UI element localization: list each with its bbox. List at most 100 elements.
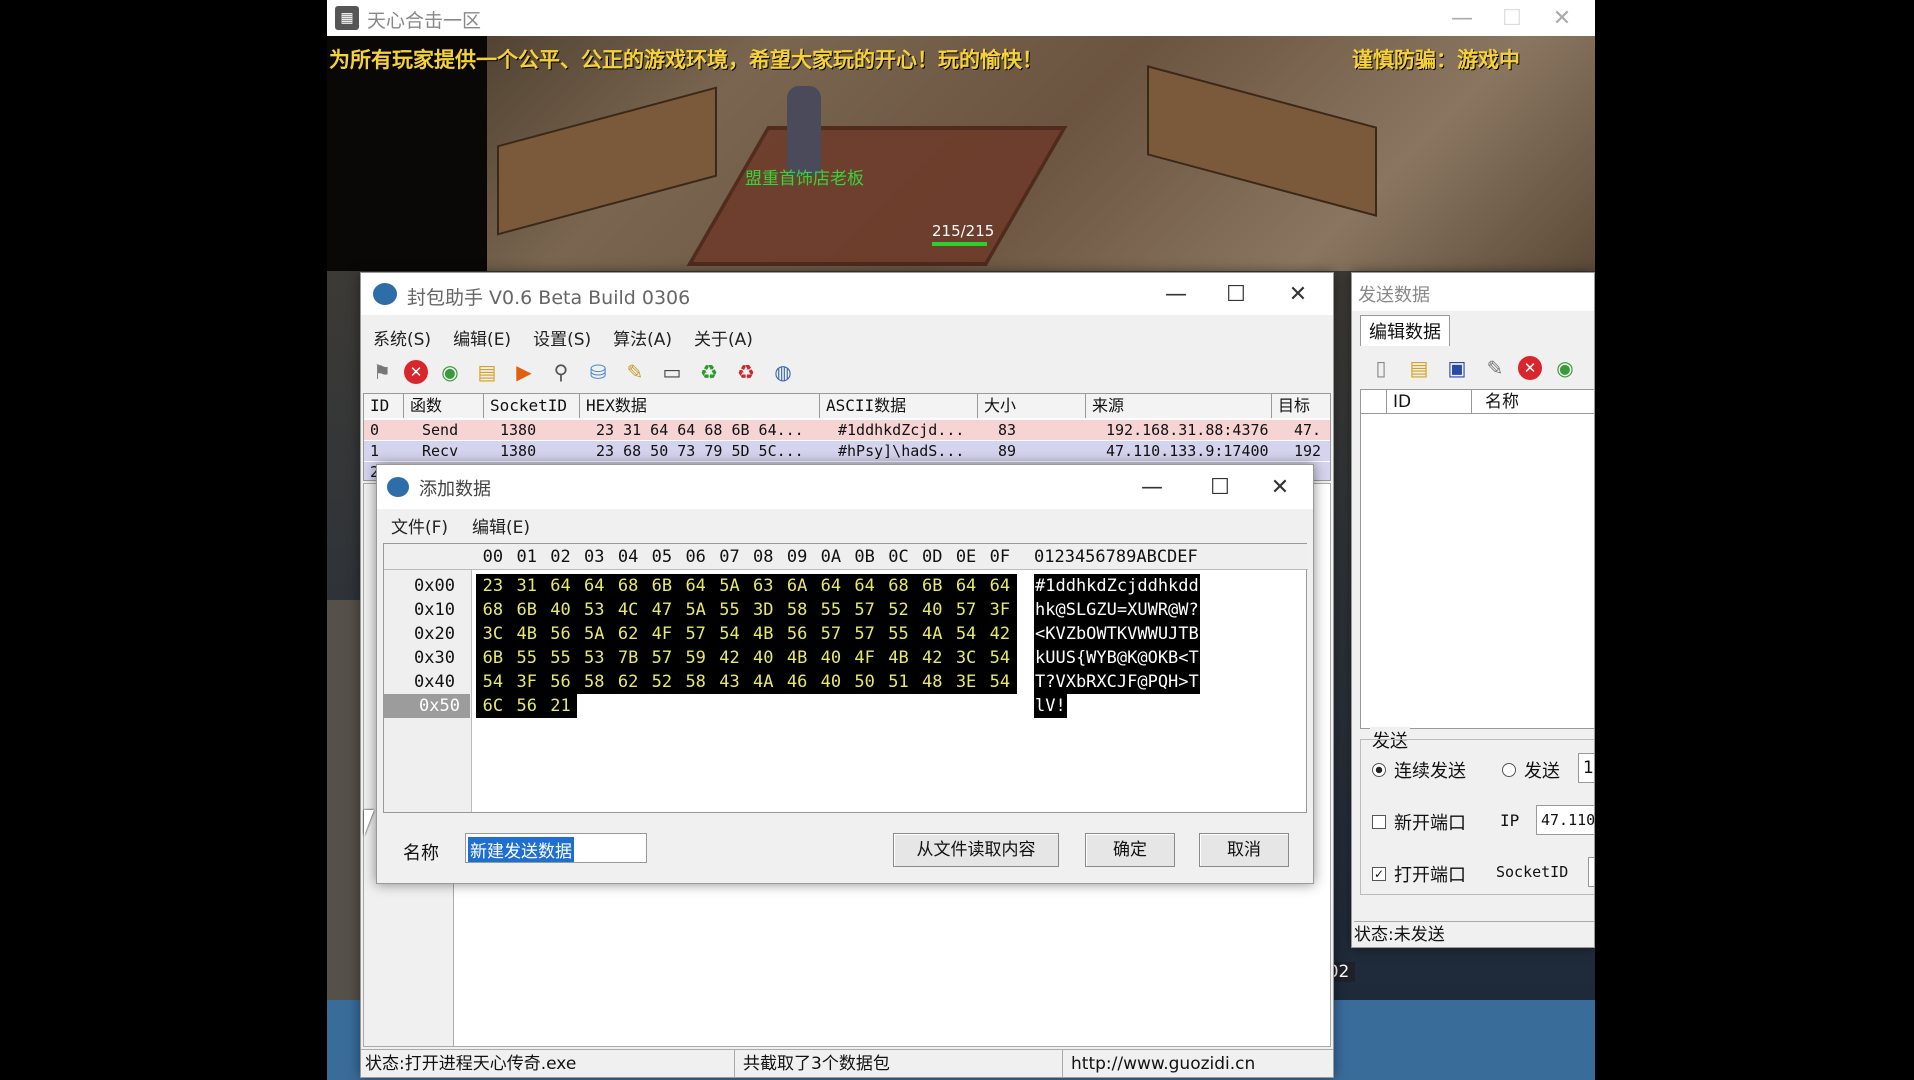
- hex-byte[interactable]: 4C: [611, 598, 645, 622]
- read-from-file-button[interactable]: 从文件读取内容: [893, 833, 1059, 867]
- send-data-titlebar[interactable]: 发送数据: [1352, 273, 1594, 311]
- status-url[interactable]: http://www.guozidi.cn: [1071, 1050, 1255, 1078]
- hex-byte[interactable]: 54: [982, 670, 1017, 694]
- hex-byte[interactable]: 52: [881, 598, 916, 622]
- hex-byte[interactable]: 64: [813, 574, 848, 598]
- hex-byte[interactable]: 64: [982, 574, 1017, 598]
- refresh-icon[interactable]: ◉: [1550, 353, 1580, 383]
- ip-input[interactable]: 47.110: [1536, 805, 1594, 835]
- process-icon[interactable]: ◉: [435, 357, 465, 387]
- send-list[interactable]: ID 名称: [1360, 389, 1594, 729]
- menu-algorithm[interactable]: 算法(A): [613, 325, 672, 350]
- hex-byte[interactable]: 55: [881, 622, 916, 646]
- hex-byte[interactable]: 58: [577, 670, 612, 694]
- hex-byte[interactable]: 59: [678, 646, 713, 670]
- hex-byte[interactable]: 56: [543, 670, 578, 694]
- radio-send[interactable]: 发送: [1502, 757, 1560, 783]
- send-col-name[interactable]: 名称: [1485, 390, 1519, 414]
- play-icon[interactable]: ▶: [509, 357, 539, 387]
- recycle-green-icon[interactable]: ♻: [694, 357, 724, 387]
- hex-byte[interactable]: 63: [746, 574, 781, 598]
- hex-byte[interactable]: 4B: [780, 646, 814, 670]
- packet-tool-close-button[interactable]: ✕: [1263, 273, 1333, 315]
- new-icon[interactable]: ▯: [1366, 353, 1396, 383]
- hex-byte[interactable]: 4A: [915, 622, 950, 646]
- hex-byte[interactable]: 62: [611, 622, 645, 646]
- flag-icon[interactable]: ⚑: [367, 357, 397, 387]
- window-icon[interactable]: ▭: [657, 357, 687, 387]
- folder-icon[interactable]: ▤: [1404, 353, 1434, 383]
- hex-row[interactable]: 23 31 64 64 68 6B 64 5A 63 6A 64 64 68 6B 64 64: [476, 574, 1017, 598]
- col-hex[interactable]: HEX数据: [580, 394, 820, 418]
- open-icon[interactable]: ▤: [472, 357, 502, 387]
- globe-icon[interactable]: ◍: [768, 357, 798, 387]
- hex-byte[interactable]: 6B: [915, 574, 950, 598]
- hex-byte[interactable]: 57: [847, 622, 882, 646]
- hex-row[interactable]: 54 3F 56 58 62 52 58 43 4A 46 40 50 51 48 3E 54: [476, 670, 1017, 694]
- hex-byte[interactable]: 55: [543, 646, 578, 670]
- hex-byte[interactable]: 5A: [712, 574, 747, 598]
- hex-byte[interactable]: 3F: [509, 670, 544, 694]
- hex-byte[interactable]: 4B: [509, 622, 544, 646]
- hex-byte[interactable]: 7B: [611, 646, 645, 670]
- hex-byte[interactable]: 40: [813, 646, 848, 670]
- ascii-row[interactable]: T?VXbRXCJF@PQH>T: [1034, 670, 1200, 694]
- col-socketid[interactable]: SocketID: [484, 394, 580, 418]
- hex-byte[interactable]: 57: [949, 598, 983, 622]
- hex-byte[interactable]: 68: [476, 598, 510, 622]
- hex-byte[interactable]: 6B: [509, 598, 544, 622]
- filter-icon[interactable]: ⛁: [583, 357, 613, 387]
- hex-byte[interactable]: 53: [577, 598, 612, 622]
- search-icon[interactable]: ⚲: [546, 357, 576, 387]
- hex-byte[interactable]: 56: [509, 694, 544, 718]
- ascii-row[interactable]: hk@SLGZU=XUWR@W?: [1034, 598, 1200, 622]
- hex-byte[interactable]: 4B: [881, 646, 916, 670]
- send-data-tab[interactable]: 编辑数据: [1360, 315, 1450, 346]
- hex-byte[interactable]: 46: [780, 670, 814, 694]
- hex-byte[interactable]: 47: [644, 598, 679, 622]
- col-size[interactable]: 大小: [978, 394, 1086, 418]
- delete-icon[interactable]: ✕: [1518, 356, 1542, 380]
- hex-byte[interactable]: 40: [746, 646, 781, 670]
- menu-file[interactable]: 文件(F): [391, 513, 448, 538]
- menu-edit[interactable]: 编辑(E): [472, 513, 530, 538]
- menu-settings[interactable]: 设置(S): [533, 325, 591, 350]
- hex-byte[interactable]: 55: [509, 646, 544, 670]
- hex-byte[interactable]: 40: [543, 598, 578, 622]
- hex-byte[interactable]: 42: [712, 646, 747, 670]
- hex-byte[interactable]: 6B: [476, 646, 510, 670]
- radio-continuous[interactable]: 连续发送: [1372, 757, 1466, 783]
- packet-tool-maximize-button[interactable]: ☐: [1201, 273, 1271, 315]
- game-close-button[interactable]: ✕: [1527, 0, 1597, 36]
- hex-byte[interactable]: 3D: [746, 598, 781, 622]
- hex-byte[interactable]: 5A: [577, 622, 612, 646]
- hex-byte[interactable]: 4A: [746, 670, 781, 694]
- menu-about[interactable]: 关于(A): [694, 325, 753, 350]
- col-ascii[interactable]: ASCII数据: [820, 394, 978, 418]
- menu-system[interactable]: 系统(S): [373, 325, 431, 350]
- hex-byte[interactable]: 64: [543, 574, 578, 598]
- hex-byte[interactable]: 23: [476, 574, 510, 598]
- col-source[interactable]: 来源: [1086, 394, 1272, 418]
- hex-byte[interactable]: 48: [915, 670, 950, 694]
- hex-byte[interactable]: 56: [543, 622, 578, 646]
- recycle-red-icon[interactable]: ♻: [731, 357, 761, 387]
- hex-byte[interactable]: 58: [780, 598, 814, 622]
- socketid-input[interactable]: [1588, 857, 1594, 887]
- hex-byte[interactable]: 50: [847, 670, 882, 694]
- hex-byte[interactable]: 31: [509, 574, 544, 598]
- hex-byte[interactable]: 57: [847, 598, 882, 622]
- hex-byte[interactable]: 64: [847, 574, 882, 598]
- hex-byte[interactable]: 58: [678, 670, 713, 694]
- tools-icon[interactable]: ✎: [620, 357, 650, 387]
- hex-byte[interactable]: 51: [881, 670, 916, 694]
- hex-byte[interactable]: 56: [780, 622, 814, 646]
- hex-byte[interactable]: 54: [949, 622, 983, 646]
- hex-byte[interactable]: 3F: [982, 598, 1017, 622]
- hex-byte[interactable]: 57: [678, 622, 713, 646]
- hex-byte[interactable]: 64: [577, 574, 612, 598]
- add-data-minimize-button[interactable]: —: [1117, 465, 1187, 509]
- hex-byte[interactable]: 21: [543, 694, 578, 718]
- col-target[interactable]: 目标: [1272, 394, 1330, 418]
- hex-byte[interactable]: 55: [813, 598, 848, 622]
